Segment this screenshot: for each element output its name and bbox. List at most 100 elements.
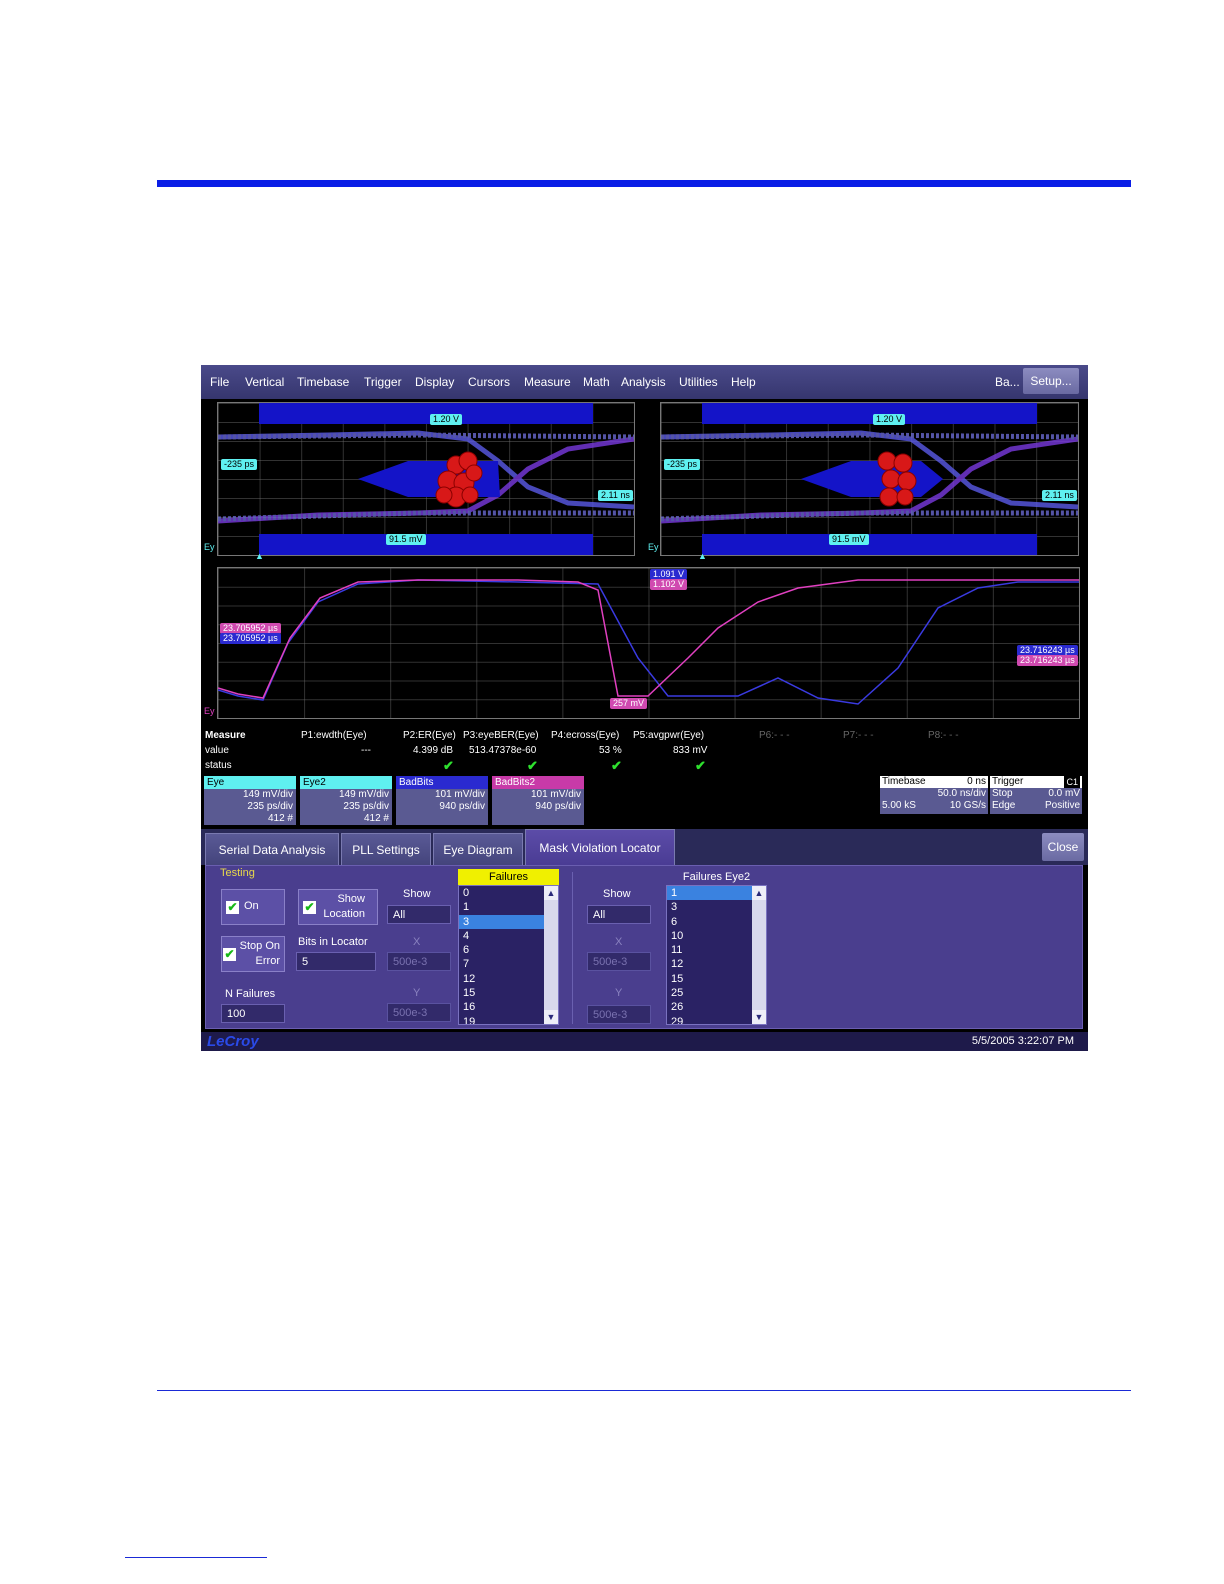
wave-right-tag-magenta: 23.716243 µs	[1017, 655, 1078, 666]
channel-box-eye[interactable]: Eye 149 mV/div 235 ps/div 412 #	[204, 776, 296, 825]
param-p2-name[interactable]: P2:ER(Eye)	[403, 730, 456, 741]
param-p3-name[interactable]: P3:eyeBER(Eye)	[463, 730, 539, 741]
trigger-box[interactable]: Trigger C1 Stop 0.0 mV Edge Positive	[990, 776, 1082, 814]
param-p7-name[interactable]: P7:- - -	[843, 730, 874, 741]
on-toggle[interactable]: ✔ On	[221, 889, 285, 925]
param-p1-value: ---	[361, 745, 371, 756]
timebase-offset: 0 ns	[967, 776, 986, 787]
trigger-mode: Stop	[992, 788, 1013, 799]
param-p5-name[interactable]: P5:avgpwr(Eye)	[633, 730, 704, 741]
tab-mask-violation-locator[interactable]: Mask Violation Locator	[525, 829, 675, 865]
dialog-tab-strip: Serial Data Analysis PLL Settings Eye Di…	[201, 829, 1088, 865]
failures-header: Failures	[458, 869, 559, 885]
mask-center-diamond-2	[801, 461, 943, 497]
menu-cursors[interactable]: Cursors	[468, 375, 510, 389]
timebase-box[interactable]: Timebase 0 ns 50.0 ns/div 5.00 kS 10 GS/…	[880, 776, 988, 814]
trigger-channel: C1	[1064, 776, 1080, 788]
failures2-header: Failures Eye2	[682, 871, 751, 883]
wave-mid-tag: 257 mV	[610, 698, 648, 709]
param-p6-name[interactable]: P6:- - -	[759, 730, 790, 741]
eye-diagram-grid-1: 1.20 V -235 ps 2.11 ns 91.5 mV	[217, 402, 635, 556]
wave-trace-label: Ey	[204, 706, 215, 716]
eye1-trace-label: Ey	[204, 542, 215, 552]
channel-eye2-count: 412 #	[363, 813, 389, 824]
failures2-list[interactable]: 1 3 6 10 11 12 15 25 26 29 ▲ ▼	[666, 885, 767, 1025]
x2-input[interactable]: 500e-3	[587, 952, 651, 971]
show-location-checkbox-icon: ✔	[303, 900, 316, 914]
channel-box-badbits2[interactable]: BadBits2 101 mV/div 940 ps/div	[492, 776, 584, 825]
param-p8-name[interactable]: P8:- - -	[928, 730, 959, 741]
param-p4-name[interactable]: P4:ecross(Eye)	[551, 730, 619, 741]
eye2-trace-label: Ey	[648, 542, 659, 552]
channel-badbits2-vdiv: 101 mV/div	[530, 789, 581, 800]
menu-math[interactable]: Math	[583, 375, 610, 389]
show2-select[interactable]: All	[587, 905, 651, 924]
channel-box-eye2[interactable]: Eye2 149 mV/div 235 ps/div 412 #	[300, 776, 392, 825]
failure-markers-2	[877, 451, 917, 507]
param-p5-status-icon: ✔	[695, 758, 706, 773]
eye2-top-label: 1.20 V	[873, 414, 906, 425]
channel-badbits-name: BadBits	[396, 776, 488, 789]
n-failures-input[interactable]: 100	[221, 1004, 285, 1023]
y-input[interactable]: 500e-3	[387, 1003, 451, 1022]
failures-scrollbar[interactable]: ▲ ▼	[544, 886, 558, 1024]
param-p4-status-icon: ✔	[611, 758, 622, 773]
menu-measure[interactable]: Measure	[524, 375, 571, 389]
show-location-label-2: Location	[323, 908, 365, 920]
wave-left-tag-blue: 23.705952 µs	[220, 633, 281, 644]
menu-trigger[interactable]: Trigger	[364, 375, 402, 389]
trace-blue	[218, 579, 1079, 705]
scroll-down-icon[interactable]: ▼	[544, 1010, 558, 1024]
measure-row-label: Measure	[205, 730, 246, 741]
param-p2-value: 4.399 dB	[413, 745, 454, 756]
status-bar: LeCroy 5/5/2005 3:22:07 PM	[201, 1032, 1088, 1051]
failures-list[interactable]: 0 1 3 4 6 7 12 15 16 19 ▲ ▼	[458, 885, 559, 1025]
datetime-readout: 5/5/2005 3:22:07 PM	[971, 1035, 1074, 1047]
show-select[interactable]: All	[387, 905, 451, 924]
menu-timebase[interactable]: Timebase	[297, 375, 349, 389]
eye-diagram-plot-2	[661, 430, 1078, 524]
failures2-scrollbar[interactable]: ▲ ▼	[752, 886, 766, 1024]
eye1-right-label: 2.11 ns	[598, 490, 633, 501]
menu-display[interactable]: Display	[415, 375, 454, 389]
eye2-trigger-marker-icon: ▲	[698, 551, 707, 561]
tab-pll-settings[interactable]: PLL Settings	[341, 833, 431, 865]
timebase-title: Timebase	[882, 776, 926, 787]
scroll-up-icon[interactable]: ▲	[752, 886, 766, 900]
ba-menu[interactable]: Ba...	[995, 375, 1020, 389]
trace-magenta	[218, 579, 1079, 699]
param-p1-name[interactable]: P1:ewdth(Eye)	[301, 730, 367, 741]
param-p3-value: 513.47378e-60	[469, 745, 537, 756]
channel-box-badbits[interactable]: BadBits 101 mV/div 940 ps/div	[396, 776, 488, 825]
stop-on-error-label-2: Error	[255, 955, 280, 967]
scroll-down-icon[interactable]: ▼	[752, 1010, 766, 1024]
value-row-label: value	[205, 745, 229, 756]
channel-eye2-name: Eye2	[300, 776, 392, 789]
scroll-up-icon[interactable]: ▲	[544, 886, 558, 900]
channel-badbits2-name: BadBits2	[492, 776, 584, 789]
menu-help[interactable]: Help	[731, 375, 756, 389]
y2-input[interactable]: 500e-3	[587, 1005, 651, 1024]
menu-analysis[interactable]: Analysis	[621, 375, 666, 389]
tab-eye-diagram[interactable]: Eye Diagram	[433, 833, 523, 865]
timebase-tdiv: 50.0 ns/div	[937, 788, 986, 799]
testing-label: Testing	[220, 867, 255, 879]
panel-divider	[572, 872, 573, 1024]
setup-button[interactable]: Setup...	[1023, 368, 1079, 394]
show-location-toggle[interactable]: ✔ Show Location	[298, 889, 378, 925]
tab-serial-data-analysis[interactable]: Serial Data Analysis	[205, 833, 339, 865]
stop-on-error-checkbox-icon: ✔	[223, 947, 236, 961]
menu-file[interactable]: File	[210, 375, 229, 389]
menu-utilities[interactable]: Utilities	[679, 375, 718, 389]
channel-eye2-vdiv: 149 mV/div	[338, 789, 389, 800]
close-button[interactable]: Close	[1042, 833, 1084, 861]
stop-on-error-toggle[interactable]: ✔ Stop On Error	[221, 936, 285, 972]
x-input[interactable]: 500e-3	[387, 952, 451, 971]
channel-eye2-tdiv: 235 ps/div	[343, 801, 389, 812]
menu-vertical[interactable]: Vertical	[245, 375, 284, 389]
stop-on-error-label-1: Stop On	[239, 940, 280, 952]
eye1-bottom-label: 91.5 mV	[386, 534, 426, 545]
bits-in-locator-input[interactable]: 5	[296, 952, 376, 971]
y2-label: Y	[615, 987, 623, 999]
page-rule-bottom	[157, 1390, 1131, 1391]
